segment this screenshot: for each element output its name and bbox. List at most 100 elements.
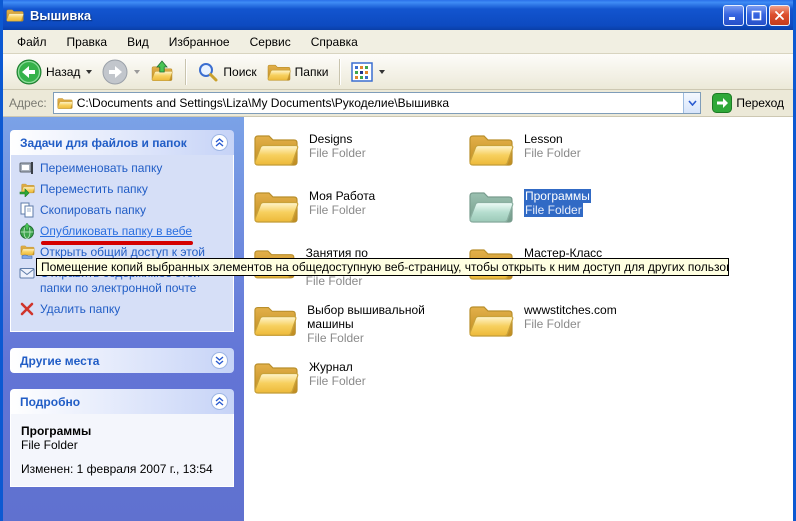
forward-icon: [102, 59, 128, 85]
task-item[interactable]: Переименовать папку: [19, 161, 229, 176]
task-email-icon: [19, 265, 35, 281]
address-bar: Адрес: C:\Documents and Settings\Liza\My…: [3, 90, 793, 117]
views-icon: [351, 62, 373, 82]
folder-tile[interactable]: Программы File Folder: [468, 187, 683, 244]
red-underline-annotation: [41, 241, 193, 245]
details-title: Подробно: [20, 395, 211, 409]
details-item-type: File Folder: [21, 438, 227, 452]
task-move-icon: [19, 181, 35, 197]
task-copy-icon: [19, 202, 35, 218]
file-tasks-header[interactable]: Задачи для файлов и папок: [10, 130, 234, 155]
forward-dropdown-icon: [134, 70, 140, 74]
back-dropdown-icon[interactable]: [86, 70, 92, 74]
folder-name: Моя Работа: [309, 189, 375, 203]
address-dropdown-button[interactable]: [683, 93, 700, 113]
tooltip: Помещение копий выбранных элементов на о…: [36, 258, 729, 276]
address-input[interactable]: C:\Documents and Settings\Liza\My Docume…: [53, 92, 702, 114]
folder-type: File Folder: [306, 274, 468, 288]
go-icon: [712, 93, 732, 113]
chevron-down-icon: [215, 356, 224, 365]
minimize-icon: [728, 10, 739, 21]
address-path[interactable]: C:\Documents and Settings\Liza\My Docume…: [77, 96, 684, 110]
menu-item[interactable]: Файл: [7, 32, 57, 52]
chevron-up-icon: [215, 397, 224, 406]
folder-tile[interactable]: Выбор вышивальной машины File Folder: [253, 301, 468, 358]
folder-tile[interactable]: Designs File Folder: [253, 130, 468, 187]
details-item-modified: Изменен: 1 февраля 2007 г., 13:54: [21, 462, 227, 476]
menu-bar: ФайлПравкаВидИзбранноеСервисСправка: [3, 30, 793, 54]
window-folder-icon: [6, 7, 24, 23]
expand-button[interactable]: [211, 352, 228, 369]
task-item[interactable]: Скопировать папку: [19, 203, 229, 218]
task-item[interactable]: Переместить папку: [19, 182, 229, 197]
task-publish-web-icon: [19, 223, 35, 239]
back-button[interactable]: Назад: [11, 57, 97, 87]
content-area: Задачи для файлов и папок Переименовать …: [3, 117, 793, 521]
menu-item[interactable]: Избранное: [159, 32, 240, 52]
back-label: Назад: [46, 65, 80, 79]
views-button[interactable]: [346, 60, 390, 84]
maximize-button[interactable]: [746, 5, 767, 26]
details-body: Программы File Folder Изменен: 1 февраля…: [10, 414, 234, 487]
address-folder-icon: [57, 96, 73, 110]
search-button[interactable]: Поиск: [192, 59, 261, 85]
close-icon: [774, 10, 785, 21]
folder-name: Журнал: [309, 360, 366, 374]
close-button[interactable]: [769, 5, 790, 26]
chevron-up-icon: [215, 138, 224, 147]
folder-icon: [253, 301, 297, 339]
address-label: Адрес:: [9, 96, 47, 110]
folder-tile[interactable]: Lesson File Folder: [468, 130, 683, 187]
details-item-name: Программы: [21, 424, 227, 438]
other-places-title: Другие места: [20, 354, 211, 368]
folder-icon: [253, 130, 299, 168]
folder-icon: [468, 301, 514, 339]
toolbar-separator: [339, 59, 340, 85]
task-item[interactable]: Удалить папку: [19, 302, 229, 317]
folder-type: File Folder: [309, 146, 366, 160]
folder-type: File Folder: [524, 203, 583, 217]
up-button[interactable]: [145, 58, 179, 86]
search-label: Поиск: [223, 65, 256, 79]
forward-button[interactable]: [97, 57, 145, 87]
menu-item[interactable]: Вид: [117, 32, 159, 52]
menu-item[interactable]: Правка: [57, 32, 118, 52]
folder-type: File Folder: [309, 203, 375, 217]
maximize-icon: [751, 10, 762, 21]
go-label: Переход: [736, 96, 784, 110]
folder-icon: [468, 187, 514, 225]
folder-icon: [468, 130, 514, 168]
task-share-icon: [19, 244, 35, 260]
menu-item[interactable]: Справка: [301, 32, 368, 52]
folder-name: Выбор вышивальной машины: [307, 303, 468, 331]
folder-tile[interactable]: Моя Работа File Folder: [253, 187, 468, 244]
other-places-panel: Другие места: [10, 348, 234, 373]
folder-tile[interactable]: Журнал File Folder: [253, 358, 468, 415]
title-bar[interactable]: Вышивка: [0, 0, 796, 30]
folder-icon: [253, 187, 299, 225]
file-tasks-title: Задачи для файлов и папок: [20, 136, 211, 150]
folder-name: Программы: [524, 189, 591, 203]
folder-type: File Folder: [524, 317, 617, 331]
folder-view: Designs File Folder Lesson File Folder: [244, 117, 793, 521]
folder-icon: [253, 358, 299, 396]
folders-button[interactable]: Папки: [262, 59, 334, 85]
collapse-button[interactable]: [211, 134, 228, 151]
file-tasks-panel: Задачи для файлов и папок Переименовать …: [10, 130, 234, 332]
folder-tile[interactable]: wwwstitches.com File Folder: [468, 301, 683, 358]
task-pane: Задачи для файлов и папок Переименовать …: [3, 117, 244, 521]
go-button[interactable]: Переход: [709, 92, 787, 114]
views-dropdown-icon[interactable]: [379, 70, 385, 74]
task-item[interactable]: Опубликовать папку в вебе: [19, 224, 229, 239]
folder-type: File Folder: [524, 146, 581, 160]
folders-label: Папки: [295, 65, 329, 79]
menu-item[interactable]: Сервис: [240, 32, 301, 52]
toolbar: Назад Поиск: [3, 54, 793, 90]
minimize-button[interactable]: [723, 5, 744, 26]
details-header[interactable]: Подробно: [10, 389, 234, 414]
task-rename-icon: [19, 160, 35, 176]
details-panel: Подробно Программы File Folder Изменен: …: [10, 389, 234, 487]
other-places-header[interactable]: Другие места: [10, 348, 234, 373]
collapse-button[interactable]: [211, 393, 228, 410]
chevron-down-icon: [688, 100, 697, 106]
